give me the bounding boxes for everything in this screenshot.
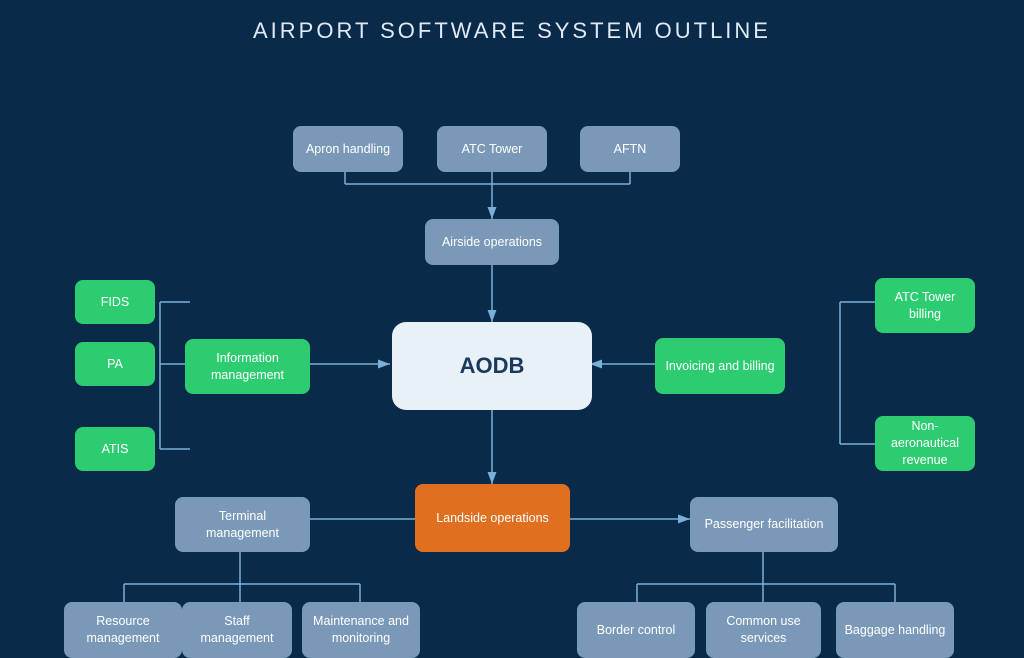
non-aeronautical-node: Non-aeronautical revenue bbox=[875, 416, 975, 471]
atc-tower-node: ATC Tower bbox=[437, 126, 547, 172]
resource-management-node: Resource management bbox=[64, 602, 182, 658]
aftn-node: AFTN bbox=[580, 126, 680, 172]
atc-tower-billing-node: ATC Tower billing bbox=[875, 278, 975, 333]
atis-node: ATIS bbox=[75, 427, 155, 471]
invoicing-billing-node: Invoicing and billing bbox=[655, 338, 785, 394]
apron-handling-node: Apron handling bbox=[293, 126, 403, 172]
aodb-node: AODB bbox=[392, 322, 592, 410]
maintenance-monitoring-node: Maintenance and monitoring bbox=[302, 602, 420, 658]
common-use-services-node: Common use services bbox=[706, 602, 821, 658]
information-management-node: Information management bbox=[185, 339, 310, 394]
staff-management-node: Staff management bbox=[182, 602, 292, 658]
pa-node: PA bbox=[75, 342, 155, 386]
baggage-handling-node: Baggage handling bbox=[836, 602, 954, 658]
passenger-facilitation-node: Passenger facilitation bbox=[690, 497, 838, 552]
landside-operations-node: Landside operations bbox=[415, 484, 570, 552]
page-title: AIRPORT SOFTWARE SYSTEM OUTLINE bbox=[0, 0, 1024, 44]
fids-node: FIDS bbox=[75, 280, 155, 324]
diagram: Apron handling ATC Tower AFTN Airside op… bbox=[0, 44, 1024, 644]
terminal-management-node: Terminal management bbox=[175, 497, 310, 552]
airside-operations-node: Airside operations bbox=[425, 219, 559, 265]
border-control-node: Border control bbox=[577, 602, 695, 658]
